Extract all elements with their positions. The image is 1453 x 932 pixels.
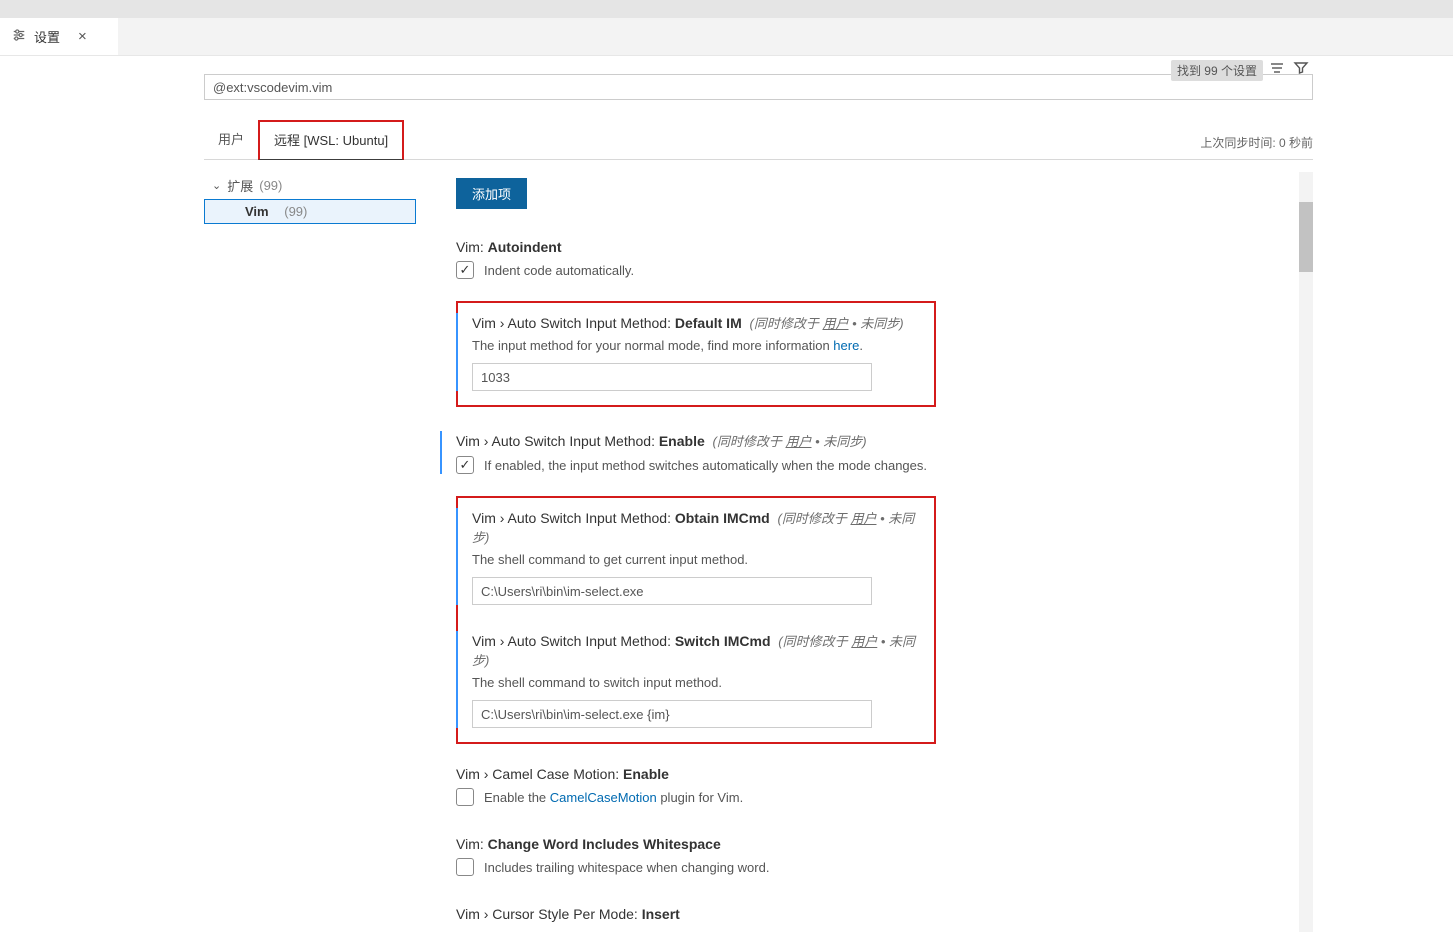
switch-imcmd-input[interactable] bbox=[472, 700, 872, 728]
setting-obtain-imcmd: Vim › Auto Switch Input Method: Obtain I… bbox=[456, 508, 920, 605]
camelcasemotion-link[interactable]: CamelCaseMotion bbox=[550, 790, 657, 805]
add-item-button[interactable]: 添加项 bbox=[456, 178, 527, 209]
tree-vim[interactable]: Vim (99) bbox=[204, 199, 416, 224]
settings-search-row bbox=[204, 74, 1313, 100]
obtain-imcmd-input[interactable] bbox=[472, 577, 872, 605]
settings-tree: ⌄ 扩展 (99) Vim (99) bbox=[204, 172, 416, 932]
setting-switch-imcmd: Vim › Auto Switch Input Method: Switch I… bbox=[456, 631, 920, 728]
tab-label: 设置 bbox=[34, 27, 60, 46]
highlight-im-cmds: Vim › Auto Switch Input Method: Obtain I… bbox=[456, 496, 936, 744]
tab-settings[interactable]: 设置 × bbox=[0, 18, 118, 55]
camelcase-checkbox[interactable] bbox=[456, 788, 474, 806]
autoindent-checkbox[interactable]: ✓ bbox=[456, 261, 474, 279]
clear-search-icon[interactable] bbox=[1269, 60, 1285, 79]
setting-camelcase: Vim › Camel Case Motion: Enable Enable t… bbox=[456, 766, 1313, 806]
setting-enable-im: Vim › Auto Switch Input Method: Enable (… bbox=[440, 431, 1313, 474]
default-im-input[interactable] bbox=[472, 363, 872, 391]
setting-autoindent: Vim: Autoindent ✓ Indent code automatica… bbox=[456, 239, 1313, 279]
setting-cursor-style-insert: Vim › Cursor Style Per Mode: Insert bbox=[456, 906, 1313, 922]
found-count-badge: 找到 99 个设置 bbox=[1171, 60, 1263, 81]
settings-list: , 添加项 Vim: Autoindent ✓ Indent code auto… bbox=[416, 172, 1313, 932]
change-word-checkbox[interactable] bbox=[456, 858, 474, 876]
close-icon[interactable]: × bbox=[78, 29, 87, 44]
highlight-default-im: Vim › Auto Switch Input Method: Default … bbox=[456, 301, 936, 407]
enable-im-checkbox[interactable]: ✓ bbox=[456, 456, 474, 474]
scope-note: (同时修改于 用户 • 未同步) bbox=[750, 316, 904, 331]
filter-icon[interactable] bbox=[1293, 60, 1309, 79]
scope-tab-user[interactable]: 用户 bbox=[204, 121, 258, 159]
scope-tab-remote[interactable]: 远程 [WSL: Ubuntu] bbox=[258, 120, 404, 160]
setting-default-im: Vim › Auto Switch Input Method: Default … bbox=[456, 313, 920, 391]
settings-search-input[interactable] bbox=[204, 74, 1313, 100]
settings-icon bbox=[12, 28, 26, 45]
here-link[interactable]: here bbox=[833, 338, 859, 353]
last-sync-info: 上次同步时间: 0 秒前 bbox=[1200, 134, 1313, 151]
scope-tabs: 用户 远程 [WSL: Ubuntu] 上次同步时间: 0 秒前 bbox=[204, 120, 1313, 160]
scrollbar[interactable] bbox=[1299, 172, 1313, 932]
scrollbar-thumb[interactable] bbox=[1299, 202, 1313, 272]
editor-tabs-bar: 设置 × bbox=[0, 18, 1453, 56]
window-title-strip bbox=[0, 0, 1453, 18]
tree-extensions[interactable]: ⌄ 扩展 (99) bbox=[204, 172, 416, 199]
chevron-down-icon: ⌄ bbox=[212, 179, 221, 192]
setting-change-word: Vim: Change Word Includes Whitespace Inc… bbox=[456, 836, 1313, 876]
